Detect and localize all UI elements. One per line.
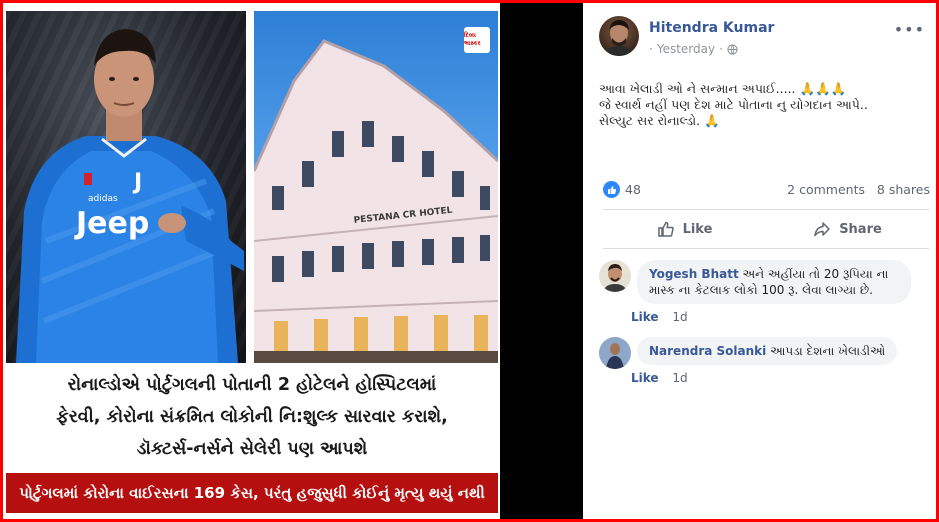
like-button[interactable]: Like [603, 210, 766, 248]
like-count[interactable]: 48 [625, 182, 641, 197]
post-text-line-3: સેલ્યુટ સર રોનાલ્ડો. 🙏 [599, 113, 720, 128]
caption-line-1: રોનાલ્ડોએ પોર્ટુગલની પોતાની 2 હોટેલને હો… [67, 375, 437, 395]
banner-text: પોર્ટુગલમાં કોરોના વાઈરસના 169 કેસ, પરંત… [19, 484, 485, 502]
comment-text-2: માસ્ક ના કેટલાક લોકો 100 રૂ. લેવા લાગ્યા… [649, 283, 873, 297]
share-button-label: Share [839, 221, 882, 237]
globe-icon[interactable] [727, 43, 738, 55]
post-header: Hitendra Kumar · Yesterday · ••• [599, 16, 929, 62]
comment-like-link[interactable]: Like [631, 310, 659, 324]
more-options-icon[interactable]: ••• [894, 20, 925, 39]
like-button-label: Like [682, 221, 713, 237]
share-button[interactable]: Share [766, 210, 929, 248]
comment-bubble: Yogesh Bhatt અને અહીંયા તો 20 રૂપિયા ના … [637, 260, 911, 304]
player-illustration: Jeep J adidas [16, 29, 244, 363]
reactions-bar: 48 2 comments 8 shares [599, 179, 934, 201]
shares-count[interactable]: 8 shares [877, 182, 930, 197]
share-arrow-icon [814, 222, 830, 237]
dot-separator: · [649, 42, 653, 56]
comment-time[interactable]: 1d [672, 310, 687, 324]
comment-bubble: Narendra Solanki આપડા દેશના ખેલાડીઓ [637, 337, 898, 365]
image-caption: રોનાલ્ડોએ પોર્ટુગલની પોતાની 2 હોટેલને હો… [6, 365, 498, 469]
commenter-name[interactable]: Narendra Solanki [649, 344, 766, 358]
thumbs-up-icon [657, 221, 674, 237]
post-meta: · Yesterday · [649, 42, 738, 56]
commenter-avatar[interactable] [599, 337, 631, 369]
like-reaction-icon[interactable] [603, 181, 620, 198]
post-text-line-2: જે સ્વાર્થ નહીં પણ દેશ માટે પોતાના નુ યો… [599, 97, 868, 112]
comment-actions: Like 1d [631, 310, 688, 324]
comments-count[interactable]: 2 comments [787, 182, 865, 197]
ronaldo-photo: Jeep J adidas [6, 11, 246, 363]
comment-time[interactable]: 1d [672, 371, 687, 385]
svg-text:adidas: adidas [88, 194, 118, 204]
author-name[interactable]: Hitendra Kumar [649, 20, 774, 36]
post-actions: Like Share [603, 210, 929, 248]
divider [603, 248, 929, 249]
hotel-building-illustration: PESTANA CR HOTEL [254, 39, 498, 363]
svg-text:Jeep: Jeep [74, 206, 149, 241]
image-photos: Jeep J adidas PESTANA CR HOTEL દિવ્ય ભાસ… [6, 11, 498, 363]
comment-text-1: અને અહીંયા તો 20 રૂપિયા ના [742, 267, 889, 281]
caption-line-2: ફેરવી, કોરોના સંક્રમિત લોકોની નિ:શુલ્ક સ… [56, 407, 448, 427]
caption-line-3: ડૉક્ટર્સ-નર્સને સેલેરી પણ આપશે [136, 439, 368, 459]
comment-item: Narendra Solanki આપડા દેશના ખેલાડીઓ [599, 337, 929, 371]
post-image[interactable]: Jeep J adidas PESTANA CR HOTEL દિવ્ય ભાસ… [3, 3, 500, 519]
dot-separator-2: · [719, 42, 723, 56]
commenter-avatar[interactable] [599, 260, 631, 292]
post-time[interactable]: Yesterday [657, 42, 715, 56]
author-avatar[interactable] [599, 16, 639, 56]
hotel-photo: PESTANA CR HOTEL દિવ્ય ભાસ્કર [254, 11, 498, 363]
svg-text:J: J [132, 170, 142, 195]
post-text: આવા ખેલાડી ઓ ને સન્માન અપાઈ..... 🙏🙏🙏 જે … [599, 81, 929, 129]
comment-actions: Like 1d [631, 371, 688, 385]
post-panel: Hitendra Kumar · Yesterday · ••• આવા ખેલ… [583, 3, 936, 519]
comment-share-counts: 2 comments 8 shares [787, 182, 930, 197]
screenshot-frame: Jeep J adidas PESTANA CR HOTEL દિવ્ય ભાસ… [3, 3, 936, 519]
image-red-banner: પોર્ટુગલમાં કોરોના વાઈરસના 169 કેસ, પરંત… [6, 473, 498, 513]
commenter-name[interactable]: Yogesh Bhatt [649, 267, 739, 281]
newspaper-logo: દિવ્ય ભાસ્કર [464, 27, 490, 53]
post-text-line-1: આવા ખેલાડી ઓ ને સન્માન અપાઈ..... 🙏🙏🙏 [599, 81, 847, 96]
comment-text: આપડા દેશના ખેલાડીઓ [770, 344, 886, 358]
comment-like-link[interactable]: Like [631, 371, 659, 385]
